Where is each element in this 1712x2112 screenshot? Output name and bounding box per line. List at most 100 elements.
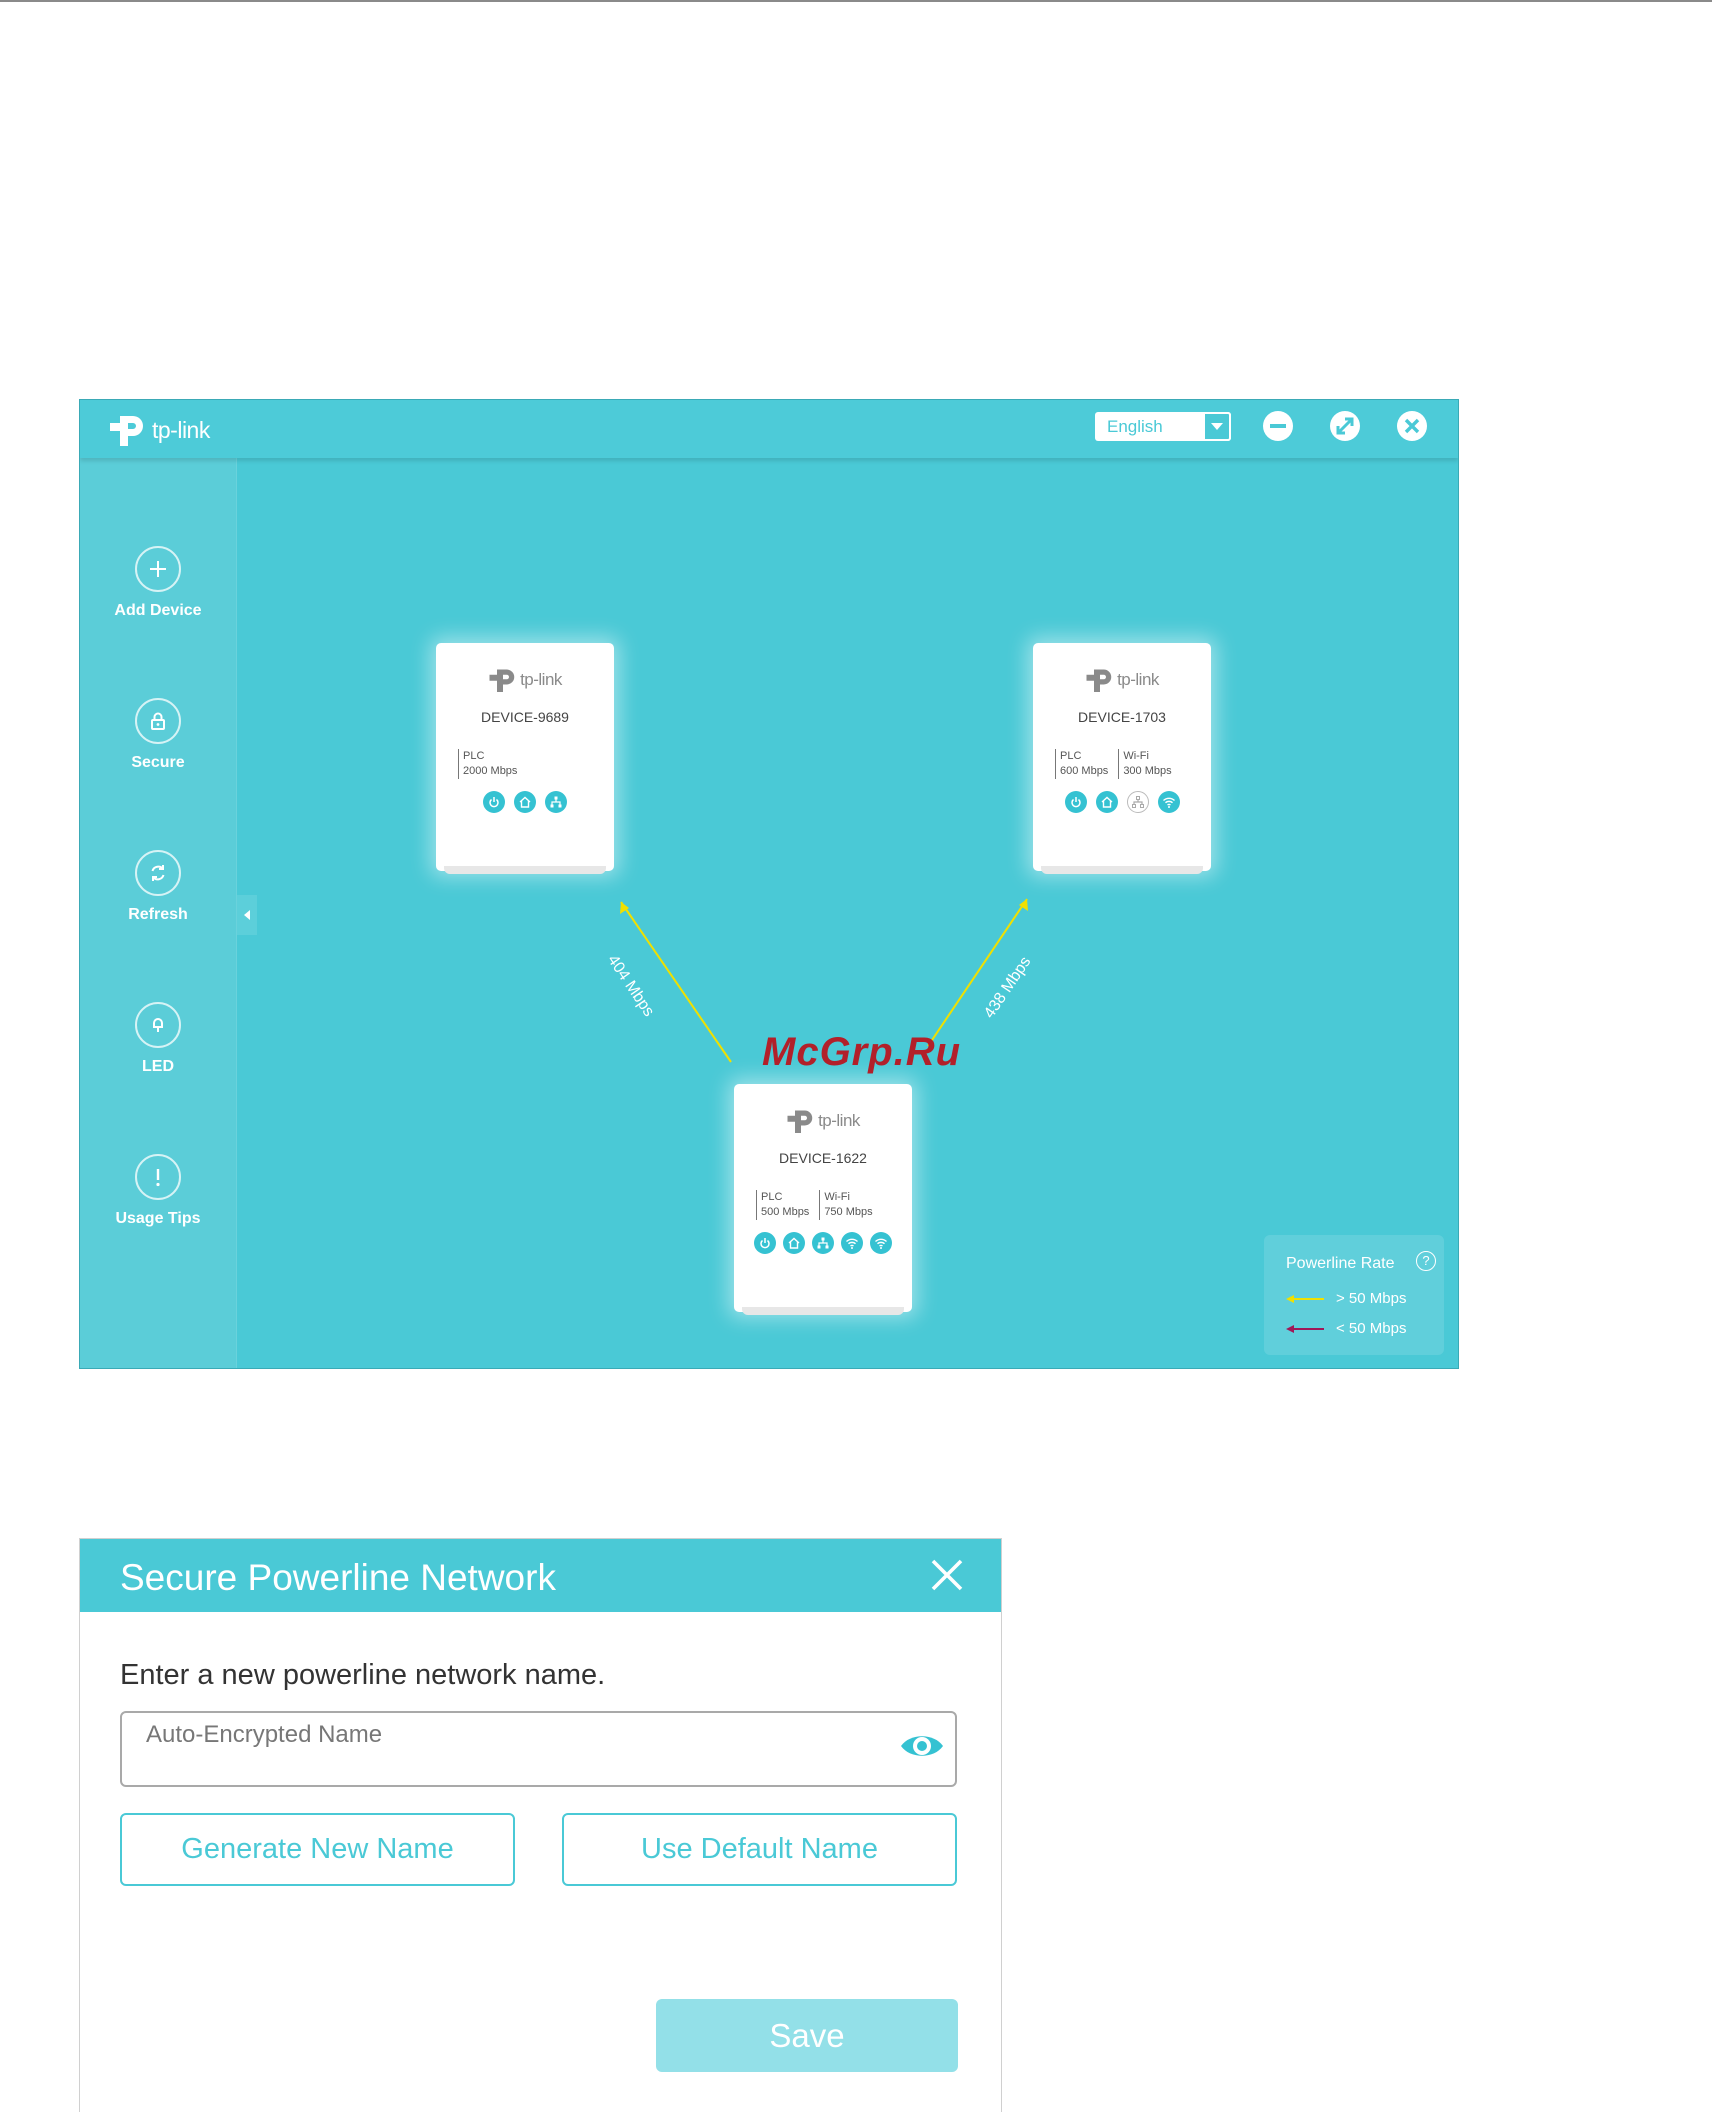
device-base — [1041, 866, 1203, 874]
wifi-icon — [841, 1232, 863, 1254]
power-icon — [1064, 791, 1087, 813]
device-card-1703[interactable]: tp-link DEVICE-1703 PLC 600 Mbps Wi-Fi 3… — [1033, 643, 1211, 874]
ethernet-icon — [1126, 791, 1149, 813]
use-default-name-button[interactable]: Use Default Name — [562, 1813, 957, 1886]
spec-value: 750 Mbps — [824, 1206, 873, 1218]
sidebar-item-add-device[interactable]: Add Device — [80, 546, 236, 620]
plus-icon — [135, 546, 181, 592]
language-select[interactable]: English — [1095, 412, 1231, 441]
sidebar-item-usage-tips[interactable]: Usage Tips — [80, 1154, 236, 1228]
help-icon[interactable]: ? — [1416, 1251, 1436, 1271]
spec-plc: PLC 2000 Mbps — [458, 749, 517, 779]
spec-label: PLC — [1060, 750, 1082, 762]
logo-text: tp-link — [152, 416, 210, 443]
wifi-icon — [870, 1232, 892, 1254]
sidebar-item-label: Secure — [131, 754, 185, 771]
language-value: English — [1107, 416, 1163, 436]
sidebar-item-label: Refresh — [128, 906, 188, 923]
sidebar-collapse-toggle[interactable] — [237, 895, 257, 935]
spec-value: 500 Mbps — [761, 1206, 810, 1218]
ethernet-icon — [545, 791, 567, 813]
sidebar-item-label: LED — [142, 1058, 174, 1075]
device-specs: PLC 500 Mbps Wi-Fi 750 Mbps — [756, 1190, 912, 1220]
sidebar-item-refresh[interactable]: Refresh — [80, 850, 236, 924]
arrow-left-icon — [1286, 1324, 1324, 1333]
sidebar-item-label: Add Device — [114, 602, 202, 619]
device-logo: tp-link — [1033, 665, 1211, 695]
power-icon — [754, 1232, 776, 1254]
spec-label: PLC — [761, 1191, 783, 1203]
device-status-icons — [436, 791, 614, 813]
title-bar: tp-link English — [80, 400, 1458, 458]
spec-plc: PLC 600 Mbps — [1055, 749, 1108, 779]
device-specs: PLC 2000 Mbps — [458, 749, 614, 779]
dialog-prompt: Enter a new powerline network name. — [120, 1659, 606, 1691]
restore-button[interactable] — [1330, 411, 1360, 441]
device-logo-text: tp-link — [520, 670, 562, 689]
device-logo: tp-link — [734, 1106, 912, 1136]
device-status-icons — [734, 1232, 912, 1254]
spec-label: PLC — [463, 750, 485, 762]
generate-new-name-button[interactable]: Generate New Name — [120, 1813, 515, 1886]
close-icon — [1404, 418, 1420, 434]
spec-label: Wi-Fi — [1123, 750, 1149, 762]
secure-network-dialog: Secure Powerline Network Enter a new pow… — [79, 1538, 1002, 2112]
link-rate-label: 404 Mbps — [603, 952, 658, 1020]
close-button[interactable] — [1397, 411, 1427, 441]
tp-link-logo-icon — [489, 669, 515, 692]
device-logo-text: tp-link — [1117, 670, 1159, 689]
ethernet-icon — [812, 1232, 834, 1254]
device-card-9689[interactable]: tp-link DEVICE-9689 PLC 2000 Mbps — [436, 643, 614, 874]
dialog-title: Secure Powerline Network — [120, 1557, 556, 1598]
device-name: DEVICE-1703 — [1078, 709, 1166, 725]
lock-icon — [135, 698, 181, 744]
spec-label: Wi-Fi — [824, 1191, 850, 1203]
powerline-rate-legend: Powerline Rate ? > 50 Mbps < 50 Mbps — [1264, 1235, 1444, 1355]
spec-value: 600 Mbps — [1060, 765, 1109, 777]
home-icon — [1095, 791, 1118, 813]
tpplc-utility-window: tp-link English Add Device Secure Refres… — [79, 399, 1459, 1369]
spec-wifi: Wi-Fi 300 Mbps — [1118, 749, 1172, 779]
sidebar-item-secure[interactable]: Secure — [80, 698, 236, 772]
tp-link-logo-icon — [110, 416, 143, 446]
save-button[interactable]: Save — [656, 1999, 958, 2072]
tp-link-logo-icon — [1086, 669, 1112, 692]
sidebar-item-led[interactable]: LED — [80, 1002, 236, 1076]
tp-link-logo-icon — [787, 1110, 813, 1133]
spec-wifi: Wi-Fi 750 Mbps — [819, 1190, 873, 1220]
legend-label: < 50 Mbps — [1336, 1320, 1407, 1337]
legend-item-slow: < 50 Mbps — [1286, 1320, 1406, 1337]
legend-label: > 50 Mbps — [1336, 1290, 1407, 1307]
restore-icon — [1336, 417, 1354, 435]
spec-value: 2000 Mbps — [463, 765, 518, 777]
wifi-icon — [1157, 791, 1180, 813]
legend-item-fast: > 50 Mbps — [1286, 1290, 1406, 1307]
minimize-icon — [1270, 424, 1286, 428]
device-specs: PLC 600 Mbps Wi-Fi 300 Mbps — [1055, 749, 1211, 779]
link-rate-label: 438 Mbps — [981, 953, 1035, 1022]
spec-plc: PLC 500 Mbps — [756, 1190, 809, 1220]
network-name-input[interactable] — [120, 1711, 957, 1787]
powerline-rate-title: Powerline Rate — [1286, 1255, 1395, 1272]
device-card-1622[interactable]: tp-link DEVICE-1622 PLC 500 Mbps Wi-Fi 7… — [734, 1084, 912, 1315]
device-status-icons — [1033, 791, 1211, 813]
minimize-button[interactable] — [1263, 411, 1293, 441]
device-base — [742, 1307, 904, 1315]
chevron-down-icon[interactable] — [1203, 412, 1231, 441]
link-arrowhead — [620, 902, 629, 914]
tp-link-logo: tp-link — [108, 410, 210, 450]
power-icon — [483, 791, 505, 813]
spec-value: 300 Mbps — [1123, 765, 1172, 777]
home-icon — [783, 1232, 805, 1254]
arrow-left-icon — [1286, 1294, 1324, 1303]
device-name: DEVICE-1622 — [779, 1150, 867, 1166]
device-logo-text: tp-link — [818, 1111, 860, 1130]
link-arrowhead — [1019, 899, 1028, 911]
device-logo: tp-link — [436, 665, 614, 695]
dialog-header: Secure Powerline Network — [80, 1539, 1001, 1612]
exclamation-icon — [135, 1154, 181, 1200]
sidebar-item-label: Usage Tips — [115, 1210, 201, 1227]
close-icon[interactable] — [929, 1557, 965, 1593]
bulb-icon — [135, 1002, 181, 1048]
eye-icon[interactable] — [898, 1729, 946, 1763]
